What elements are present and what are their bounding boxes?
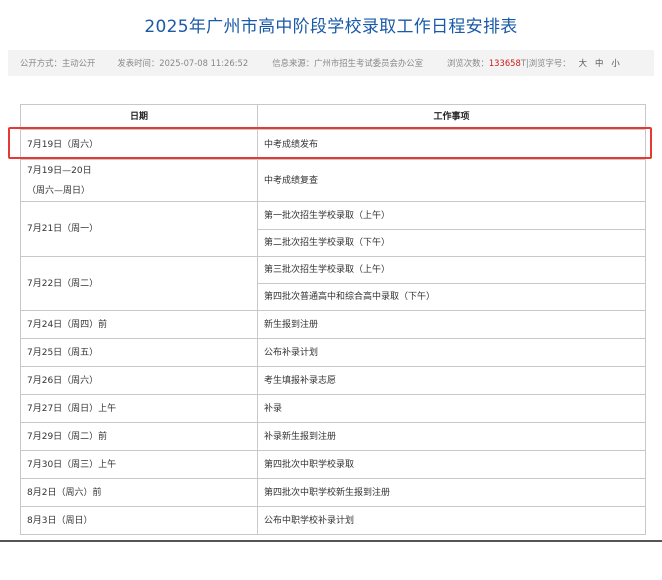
date-line-2: （周六—周日） (27, 185, 91, 196)
date-cell: 7月27日（周日）上午 (20, 394, 258, 423)
publish-time-label: 发表时间： (117, 58, 160, 68)
open-mode-value: 主动公开 (61, 58, 96, 68)
table-row: 7月22日（周二） 第三批次招生学校录取（上午） (20, 256, 646, 311)
table-row: 7月30日（周三）上午 第四批次中职学校录取 (20, 450, 646, 479)
item-cell: 第四批次中职学校录取 (257, 450, 646, 479)
bottom-divider (0, 540, 662, 542)
date-line-1: 7月19日—20日 (27, 165, 92, 176)
source-label: 信息来源： (272, 58, 315, 68)
font-size-medium-link[interactable]: 中 (595, 57, 603, 69)
publish-time-value: 2025-07-08 11:26:52 (159, 58, 249, 68)
table-row: 7月19日—20日 （周六—周日） 中考成绩复查 (20, 159, 646, 202)
table-row: 7月24日（周四）前 新生报到注册 (20, 310, 646, 339)
item-cell: 补录新生报到注册 (257, 422, 646, 451)
item-cell: 考生填报补录志愿 (257, 366, 646, 395)
date-cell: 7月21日（周一） (20, 201, 258, 257)
table-row: 7月26日（周六） 考生填报补录志愿 (20, 366, 646, 395)
item-cell: 第二批次招生学校录取（下午） (257, 229, 646, 257)
font-size-small-link[interactable]: 小 (611, 57, 619, 69)
date-cell: 7月29日（周二）前 (20, 422, 258, 451)
item-cell: 第四批次中职学校新生报到注册 (257, 478, 646, 507)
table-row: 7月25日（周五） 公布补录计划 (20, 338, 646, 367)
article-meta-bar: 公开方式： 主动公开 发表时间： 2025-07-08 11:26:52 信息来… (8, 50, 654, 76)
date-cell: 7月24日（周四）前 (20, 310, 258, 339)
item-cell: 中考成绩复查 (257, 159, 646, 202)
date-cell: 7月22日（周二） (20, 256, 258, 311)
views-label: 浏览次数： (446, 58, 489, 68)
table-row: 8月2日（周六）前 第四批次中职学校新生报到注册 (20, 478, 646, 507)
date-cell: 7月30日（周三）上午 (20, 450, 258, 479)
table-row: 7月19日（周六） 中考成绩发布 (20, 129, 646, 160)
item-cell: 第一批次招生学校录取（上午） (257, 201, 646, 230)
item-cell: 公布补录计划 (257, 338, 646, 367)
font-size-large-link[interactable]: 大 (579, 57, 587, 69)
views-count: 133658 (488, 58, 521, 68)
item-cell: 新生报到注册 (257, 310, 646, 339)
date-cell: 7月26日（周六） (20, 366, 258, 395)
font-size-label: T|浏览字号： (520, 58, 571, 68)
page-title: 2025年广州市高中阶段学校录取工作日程安排表 (144, 17, 518, 37)
item-cell: 补录 (257, 394, 646, 423)
date-cell: 7月19日（周六） (20, 129, 258, 160)
date-cell: 8月2日（周六）前 (20, 478, 258, 507)
item-cell: 中考成绩发布 (257, 129, 646, 160)
header-items: 工作事项 (257, 104, 646, 130)
item-cell: 公布中职学校补录计划 (257, 506, 646, 535)
schedule-table: 日期 工作事项 7月19日（周六） 中考成绩发布 7月19日—20日 （周六—周… (20, 104, 646, 535)
table-row: 7月29日（周二）前 补录新生报到注册 (20, 422, 646, 451)
source-value: 广州市招生考试委员会办公室 (314, 58, 423, 68)
table-row: 7月21日（周一） 第一批次招生学校录取（上午） (20, 201, 646, 257)
open-mode-label: 公开方式： (20, 58, 62, 68)
item-cell: 第三批次招生学校录取（上午） (257, 256, 646, 284)
table-header-row: 日期 工作事项 (20, 104, 646, 130)
table-row: 7月27日（周日）上午 补录 (20, 394, 646, 423)
date-cell: 8月3日（周日） (20, 506, 258, 535)
date-cell: 7月25日（周五） (20, 338, 258, 367)
table-row: 8月3日（周日） 公布中职学校补录计划 (20, 506, 646, 535)
schedule-table-container: 日期 工作事项 7月19日（周六） 中考成绩发布 7月19日—20日 （周六—周… (20, 104, 646, 535)
date-cell: 7月19日—20日 （周六—周日） (20, 159, 258, 202)
header-date: 日期 (20, 104, 258, 130)
item-cell: 第四批次普通高中和综合高中录取（下午） (257, 283, 646, 311)
